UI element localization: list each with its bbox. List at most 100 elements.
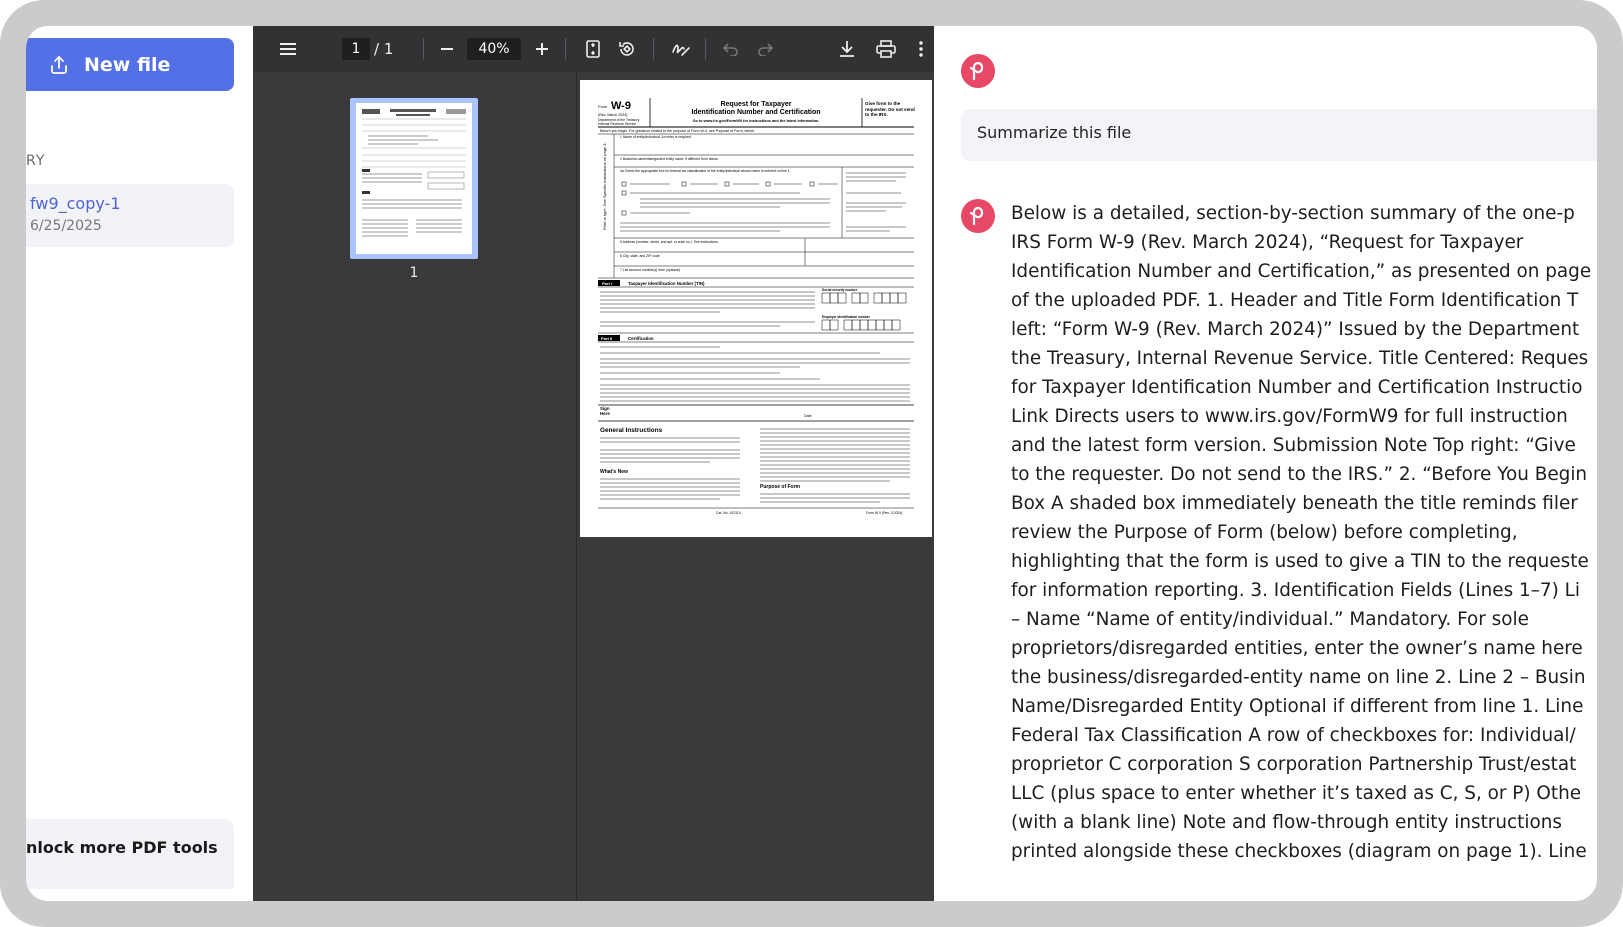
part2-tag: Part II: [601, 336, 612, 341]
minus-icon: [440, 42, 454, 56]
unlock-label: nlock more PDF tools: [26, 838, 218, 857]
chat-panel: Summarize this file Below is a detailed,…: [934, 26, 1597, 901]
draw-button[interactable]: [667, 26, 695, 72]
redo-button[interactable]: [751, 26, 779, 72]
before-you-begin: Before you begin. For guidance related t…: [600, 129, 755, 133]
rotate-button[interactable]: [613, 26, 641, 72]
pdf-viewer: 1 / 1 40% 1 Form W-9 (Rev. March 2024) D…: [253, 26, 934, 901]
thumbnail-page: [356, 103, 472, 254]
document-pane: Form W-9 (Rev. March 2024) Department of…: [577, 72, 934, 901]
assistant-line: left: “Form W-9 (Rev. March 2024)” Issue…: [1011, 319, 1580, 340]
assistant-message: Below is a detailed, section-by-section …: [1011, 199, 1592, 866]
download-icon: [839, 40, 855, 58]
assistant-line: Federal Tax Classification A row of chec…: [1011, 725, 1576, 746]
fit-page-button[interactable]: [579, 26, 607, 72]
part1-title: Taxpayer Identification Number (TIN): [628, 281, 705, 286]
form-irs: Internal Revenue Service: [598, 122, 636, 126]
form-footer: Form W-9 (Rev. 3-2024): [866, 511, 902, 515]
assistant-line: highlighting that the form is used to gi…: [1011, 551, 1589, 572]
page-total: / 1: [374, 40, 394, 58]
print-icon: [876, 40, 896, 58]
undo-button[interactable]: [717, 26, 745, 72]
plus-icon: [535, 42, 549, 56]
form-title-2: Identification Number and Certification: [691, 109, 820, 116]
zoom-in-button[interactable]: [528, 26, 556, 72]
form-title-1: Request for Taxpayer: [720, 101, 791, 108]
form-line-5: 5 Address (number, street, and apt. or s…: [620, 240, 719, 244]
assistant-line: (with a blank line) Note and flow-throug…: [1011, 812, 1562, 833]
file-item[interactable]: fw9_copy-1 6/25/2025: [26, 184, 234, 247]
zoom-out-button[interactable]: [433, 26, 461, 72]
part2-title: Certification: [628, 336, 654, 341]
unlock-pdf-tools-banner[interactable]: nlock more PDF tools: [26, 819, 234, 889]
undo-icon: [723, 42, 739, 56]
assistant-line: LLC (plus space to enter whether it’s ta…: [1011, 783, 1582, 804]
assistant-line: printed alongside these checkboxes (diag…: [1011, 841, 1587, 862]
form-link-note: Go to www.irs.gov/FormW9 for instruction…: [693, 119, 820, 123]
assistant-line: for information reporting. 3. Identifica…: [1011, 580, 1581, 601]
form-number: W-9: [611, 100, 631, 112]
form-line-6: 6 City, state, and ZIP code: [620, 254, 660, 258]
assistant-line: Name/Disregarded Entity Optional if diff…: [1011, 696, 1584, 717]
zoom-level[interactable]: 40%: [467, 38, 521, 60]
brand-logo-icon: [961, 54, 995, 88]
download-button[interactable]: [833, 26, 861, 72]
assistant-line: Below is a detailed, section-by-section …: [1011, 203, 1575, 224]
assistant-line: the business/disregarded-entity name on …: [1011, 667, 1586, 688]
sidebar: New file RY fw9_copy-1 6/25/2025 nlock m…: [26, 26, 253, 901]
app-screen: New file RY fw9_copy-1 6/25/2025 nlock m…: [26, 26, 1597, 901]
page-number-input[interactable]: 1: [342, 38, 370, 60]
assistant-line: to the requester. Do not send to the IRS…: [1011, 464, 1588, 485]
new-file-label: New file: [84, 53, 171, 76]
file-name: fw9_copy-1: [30, 194, 121, 213]
assistant-line: Link Directs users to www.irs.gov/FormW9…: [1011, 406, 1568, 427]
form-line-2: 2 Business name/disregarded entity name,…: [620, 157, 719, 161]
general-instructions-heading: General Instructions: [600, 427, 663, 434]
brand-logo-icon: [961, 199, 995, 233]
rotate-icon: [617, 39, 637, 59]
file-date: 6/25/2025: [30, 218, 102, 234]
assistant-line: for Taxpayer Identification Number and C…: [1011, 377, 1583, 398]
page-thumbnail[interactable]: [350, 98, 478, 259]
assistant-line: proprietor C corporation S corporation P…: [1011, 754, 1577, 775]
assistant-line: the Treasury, Internal Revenue Service. …: [1011, 348, 1589, 369]
user-message: Summarize this file: [961, 109, 1597, 161]
cat-no: Cat. No. 10231X: [716, 511, 742, 515]
form-line-7: 7 List account number(s) here (optional): [620, 268, 680, 272]
thumbnail-page-number: 1: [409, 265, 419, 281]
redo-icon: [757, 42, 773, 56]
pdf-page: Form W-9 (Rev. March 2024) Department of…: [580, 80, 932, 537]
assistant-line: IRS Form W-9 (Rev. March 2024), “Request…: [1011, 232, 1524, 253]
device-frame: New file RY fw9_copy-1 6/25/2025 nlock m…: [0, 0, 1623, 927]
form-line-3: 3a Check the appropriate box for federal…: [620, 169, 791, 173]
whats-new-heading: What's New: [600, 469, 628, 475]
assistant-line: of the uploaded PDF. 1. Header and Title…: [1011, 290, 1579, 311]
date-label: Date: [804, 414, 812, 418]
ein-label: Employer identification number: [822, 315, 871, 319]
assistant-line: Box A shaded box immediately beneath the…: [1011, 493, 1578, 514]
toolbar-divider: [423, 38, 424, 60]
sidebar-toggle-button[interactable]: [273, 26, 303, 72]
assistant-line: review the Purpose of Form (below) befor…: [1011, 522, 1518, 543]
purpose-of-form-heading: Purpose of Form: [760, 484, 801, 490]
history-section-label: RY: [26, 153, 46, 169]
upload-icon: [48, 54, 70, 76]
form-rev: (Rev. March 2024): [598, 113, 628, 117]
more-vertical-icon: [919, 41, 923, 57]
fit-page-icon: [586, 40, 600, 58]
assistant-line: Identification Number and Certification,…: [1011, 261, 1592, 282]
form-label: Form: [598, 104, 608, 109]
assistant-line: – Name “Name of entity/individual.” Mand…: [1011, 609, 1529, 630]
toolbar-divider: [705, 38, 706, 60]
print-button[interactable]: [872, 26, 900, 72]
form-line-1: 1 Name of entity/individual. An entry is…: [620, 135, 692, 139]
ssn-label: Social security number: [822, 288, 858, 292]
assistant-line: proprietors/disregarded entities, enter …: [1011, 638, 1583, 659]
viewer-toolbar: 1 / 1 40%: [253, 26, 934, 72]
more-options-button[interactable]: [911, 26, 931, 72]
toolbar-divider: [653, 38, 654, 60]
thumbnail-pane: 1: [253, 72, 577, 901]
sign-here-label: Sign Here: [600, 406, 610, 416]
new-file-button[interactable]: New file: [26, 38, 234, 91]
give-form-note: Give form to the requester. Do not send …: [865, 101, 915, 118]
